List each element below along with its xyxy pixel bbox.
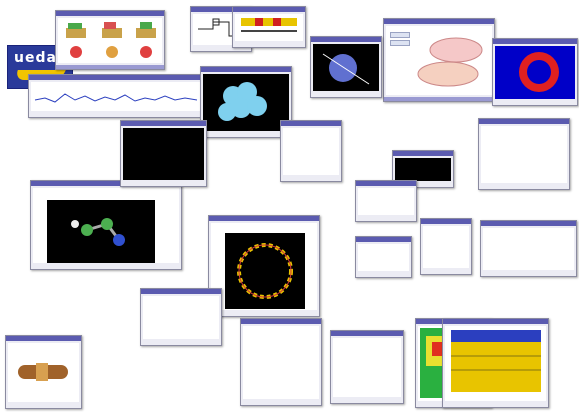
window-body xyxy=(313,44,379,91)
window-body xyxy=(333,338,401,397)
window-body xyxy=(445,326,546,401)
window-titlebar[interactable] xyxy=(481,221,576,226)
window-green-red-map[interactable] xyxy=(480,220,577,277)
line-plot-icon xyxy=(34,93,198,103)
band-structure-icon xyxy=(451,330,541,392)
window-wave-plot[interactable] xyxy=(28,74,205,118)
window-body xyxy=(203,74,289,131)
window-titlebar[interactable] xyxy=(281,121,341,126)
window-titlebar[interactable] xyxy=(201,67,291,72)
window-orange-block[interactable] xyxy=(330,330,404,404)
ring-viewport xyxy=(225,233,305,309)
window-body xyxy=(31,82,202,111)
window-3d-render[interactable] xyxy=(310,36,382,98)
window-titlebar[interactable] xyxy=(331,331,403,336)
3d-render-icon xyxy=(322,53,370,85)
window-titlebar[interactable] xyxy=(29,75,204,80)
window-beam[interactable] xyxy=(120,120,207,187)
window-body xyxy=(483,228,574,270)
window-body xyxy=(386,26,492,95)
window-body xyxy=(495,46,575,99)
window-body xyxy=(283,128,339,175)
window-body xyxy=(235,14,303,41)
window-titlebar[interactable] xyxy=(443,319,548,324)
molecule-icon xyxy=(71,218,125,246)
window-body xyxy=(33,188,179,263)
window-statusbar xyxy=(384,97,494,101)
window-statusbar xyxy=(56,65,164,69)
logo-text: ueda xyxy=(14,50,57,66)
molecule-viewport xyxy=(47,200,155,263)
window-panel[interactable] xyxy=(280,120,342,182)
window-body xyxy=(423,226,469,268)
window-titlebar[interactable] xyxy=(241,319,321,324)
window-gold-strip[interactable] xyxy=(355,236,412,278)
window-titlebar[interactable] xyxy=(493,39,577,44)
window-body xyxy=(8,343,79,402)
window-mesh-surface[interactable] xyxy=(383,18,495,102)
window-titlebar[interactable] xyxy=(479,119,569,124)
window-transistor-bar[interactable] xyxy=(232,6,306,48)
window-titlebar[interactable] xyxy=(421,219,471,224)
window-titlebar[interactable] xyxy=(393,151,453,156)
window-body xyxy=(358,244,409,271)
window-schematic[interactable] xyxy=(478,118,570,190)
window-form[interactable] xyxy=(140,288,222,346)
molecule-cluster-icon xyxy=(218,82,267,121)
window-band[interactable] xyxy=(442,318,549,408)
window-ring[interactable] xyxy=(208,215,320,317)
window-body xyxy=(395,158,451,181)
nanotube-ring-icon xyxy=(237,243,293,299)
window-body xyxy=(243,326,319,399)
window-texture[interactable] xyxy=(240,318,322,406)
window-titlebar[interactable] xyxy=(141,289,221,294)
window-titlebar[interactable] xyxy=(121,121,206,126)
window-body xyxy=(481,126,567,183)
window-titlebar[interactable] xyxy=(356,181,416,186)
window-titlebar[interactable] xyxy=(356,237,411,242)
mesh-surface-icon xyxy=(417,37,483,87)
window-titlebar[interactable] xyxy=(384,19,494,24)
window-body xyxy=(123,128,204,180)
heatmap-icon xyxy=(519,52,559,92)
window-field-map[interactable] xyxy=(492,38,578,106)
window-titlebar[interactable] xyxy=(311,37,381,42)
window-spheres[interactable] xyxy=(200,66,292,138)
window-cylinder[interactable] xyxy=(5,335,82,409)
window-body xyxy=(358,188,414,215)
window-curve-plot[interactable] xyxy=(420,218,472,275)
window-body xyxy=(143,296,219,339)
nanowire-device-icon xyxy=(18,363,68,381)
window-titlebar[interactable] xyxy=(209,216,319,221)
window-body xyxy=(211,223,317,310)
window-noise-plot[interactable] xyxy=(355,180,417,222)
window-titlebar[interactable] xyxy=(233,7,305,12)
window-titlebar[interactable] xyxy=(56,11,164,16)
window-titlebar[interactable] xyxy=(6,336,81,341)
window-molecule[interactable] xyxy=(30,180,182,270)
device-render-icon xyxy=(66,22,156,58)
transistor-bar-icon xyxy=(241,18,297,32)
window-body xyxy=(58,18,162,63)
window-device-render[interactable] xyxy=(55,10,165,70)
